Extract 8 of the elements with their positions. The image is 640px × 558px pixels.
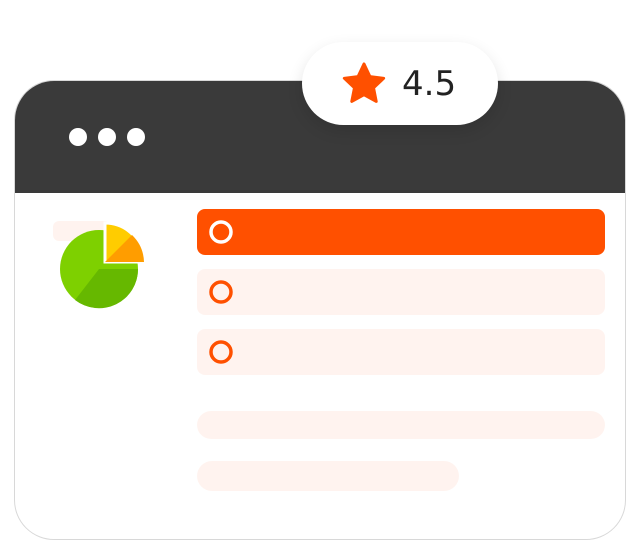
dots-icon [68,127,146,147]
radio-icon [208,339,234,365]
option-row[interactable] [197,329,605,375]
radio-icon [208,279,234,305]
option-row[interactable] [197,209,605,255]
option-row[interactable] [197,269,605,315]
rating-value: 4.5 [402,64,456,104]
radio-icon [208,219,234,245]
